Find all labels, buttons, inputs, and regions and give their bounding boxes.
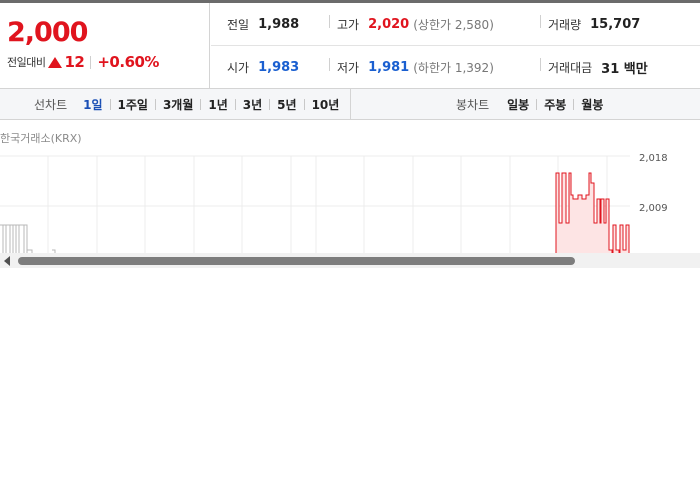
divider — [540, 58, 541, 71]
stat-label: 저가 — [337, 61, 360, 75]
intraday-line-chart: 2,018 2,009 — [0, 153, 668, 256]
grid — [0, 155, 630, 256]
candle-chart-tabs: 봉차트 일봉 주봉 월봉 — [352, 89, 700, 119]
stat-open: 시가 1,983 — [227, 46, 299, 89]
stat-amount: 거래대금 31 백만 — [548, 46, 648, 89]
divider — [329, 58, 330, 71]
divider — [540, 15, 541, 28]
tab-weekly[interactable]: 주봉 — [544, 96, 566, 113]
up-triangle-icon — [48, 56, 63, 68]
line-chart-tabs: 선차트 1일 1주일 3개월 1년 3년 5년 10년 — [0, 89, 351, 119]
y-tick-label: 2,009 — [639, 203, 668, 214]
divider — [536, 98, 538, 110]
price-box: 2,000 전일대비 12 +0.60% — [0, 3, 210, 89]
change-rate: +0.60% — [97, 53, 159, 71]
lower-limit: (하한가 1,392) — [413, 61, 494, 75]
line-chart-title: 선차트 — [34, 97, 68, 112]
stat-label: 전일 — [227, 18, 250, 32]
quote-summary: 2,000 전일대비 12 +0.60% 전일 1,988 고가 2,020 (… — [0, 3, 700, 89]
stat-value: 1,983 — [258, 60, 300, 75]
divider — [234, 98, 236, 110]
tab-daily[interactable]: 일봉 — [507, 96, 529, 113]
stat-prev-close: 전일 1,988 — [227, 3, 299, 46]
change-value: 12 — [64, 53, 85, 71]
exchange-label: 한국거래소(KRX) — [0, 132, 82, 145]
price-line-before — [0, 224, 56, 256]
stat-label: 거래대금 — [548, 61, 593, 75]
tab-monthly[interactable]: 월봉 — [581, 96, 603, 113]
stat-value: 15,707 — [590, 17, 641, 32]
current-price: 2,000 — [7, 17, 88, 48]
chart-horizontal-scrollbar[interactable] — [0, 253, 700, 268]
stat-label: 고가 — [337, 18, 360, 32]
stats-panel: 전일 1,988 고가 2,020 (상한가 2,580) 거래량 15,707… — [211, 3, 700, 89]
stats-row-1: 전일 1,988 고가 2,020 (상한가 2,580) 거래량 15,707 — [211, 3, 700, 46]
price-chart: 한국거래소(KRX) 2,018 2,009 — [0, 120, 700, 270]
divider — [154, 98, 156, 110]
upper-limit: (상한가 2,580) — [413, 18, 494, 32]
divider — [329, 15, 330, 28]
chart-tab-bar: 선차트 1일 1주일 3개월 1년 3년 5년 10년 봉차트 일봉 주봉 월봉 — [0, 89, 700, 120]
divider — [109, 98, 111, 110]
stats-row-2: 시가 1,983 저가 1,981 (하한가 1,392) 거래대금 31 백만 — [211, 46, 700, 89]
stat-value: 2,020 — [368, 17, 410, 32]
stat-volume: 거래량 15,707 — [548, 3, 640, 46]
stat-high: 고가 2,020 (상한가 2,580) — [337, 3, 494, 46]
stat-label: 거래량 — [548, 18, 582, 32]
divider — [573, 98, 575, 110]
stat-value: 1,981 — [368, 60, 410, 75]
price-area-fill — [556, 173, 629, 256]
tab-5y[interactable]: 5년 — [277, 96, 296, 113]
change-row: 전일대비 12 +0.60% — [7, 53, 159, 71]
stat-value: 31 백만 — [601, 62, 648, 77]
y-tick-label: 2,018 — [639, 153, 668, 164]
divider — [200, 98, 202, 110]
tab-1w[interactable]: 1주일 — [118, 96, 148, 113]
stat-label: 시가 — [227, 61, 250, 75]
divider — [90, 55, 92, 69]
tab-3m[interactable]: 3개월 — [163, 96, 193, 113]
scroll-left-arrow-icon[interactable] — [4, 256, 10, 266]
stat-low: 저가 1,981 (하한가 1,392) — [337, 46, 494, 89]
tab-1y[interactable]: 1년 — [208, 96, 227, 113]
divider — [303, 98, 305, 110]
scroll-thumb[interactable] — [18, 257, 575, 265]
divider — [269, 98, 271, 110]
change-label: 전일대비 — [7, 56, 46, 69]
tab-10y[interactable]: 10년 — [312, 96, 340, 113]
stat-value: 1,988 — [258, 17, 300, 32]
tab-1d[interactable]: 1일 — [83, 96, 102, 113]
candle-chart-title: 봉차트 — [456, 97, 490, 112]
tab-3y[interactable]: 3년 — [243, 96, 262, 113]
